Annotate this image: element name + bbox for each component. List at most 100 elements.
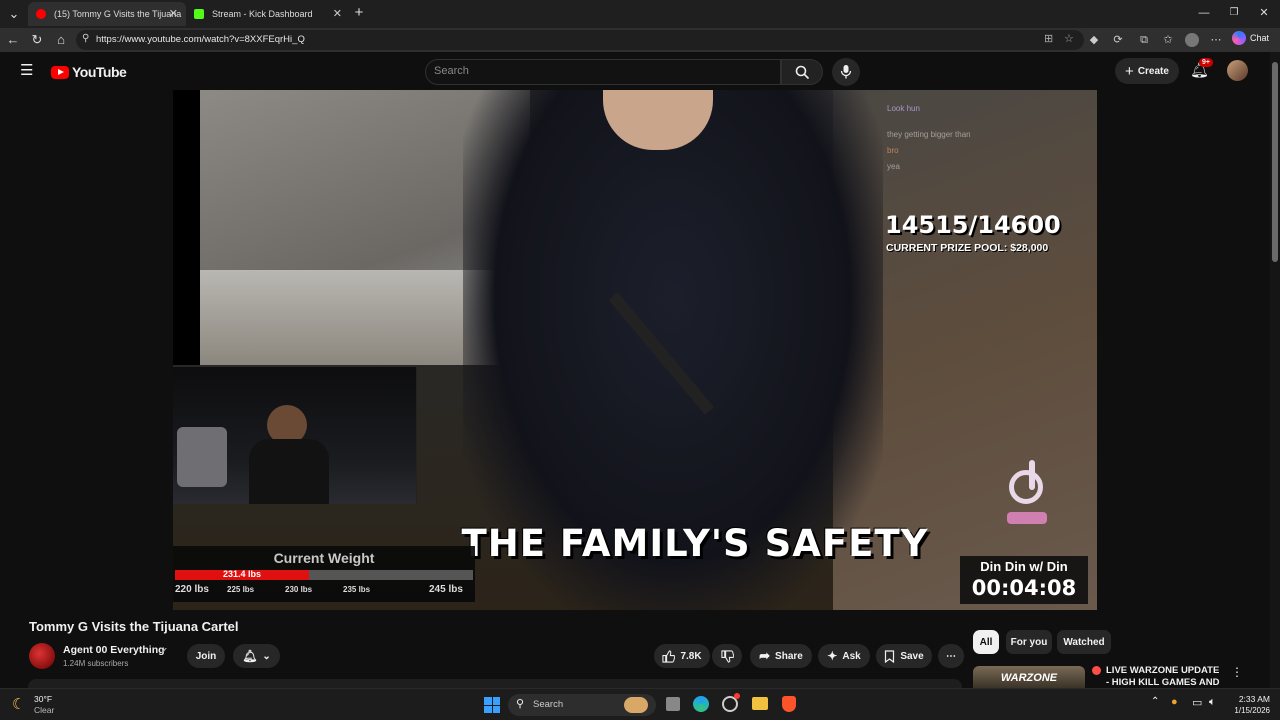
favorites-icon[interactable]: ✩ (1161, 33, 1175, 47)
live-indicator-icon (1092, 666, 1101, 675)
subscription-bell-button[interactable]: 🔔︎ ⌄ (233, 644, 280, 668)
prize-pool-text: CURRENT PRIZE POOL: $28,000 (886, 242, 1049, 254)
thumbnail-text: WARZONE (1000, 672, 1058, 684)
description-box[interactable] (28, 679, 962, 688)
profile-avatar-icon[interactable] (1185, 33, 1199, 47)
more-options-icon[interactable]: ⋯ (1209, 33, 1223, 47)
weight-progress-track: 231.4 lbs (175, 569, 473, 580)
recommendation-menu-icon[interactable]: ⋮ (1231, 665, 1243, 679)
chip-label: Watched (1063, 636, 1105, 648)
weight-title: Current Weight (273, 550, 375, 566)
weather-desc: Clear (34, 705, 55, 715)
channel-name[interactable]: Agent 00 Everything (63, 644, 165, 656)
youtube-logo-text: YouTube (72, 64, 127, 80)
menu-hamburger-icon[interactable]: ☰ (20, 63, 33, 78)
search-button[interactable] (781, 59, 823, 85)
filter-chip-all[interactable]: All (973, 630, 999, 654)
tab-kick-dashboard[interactable]: Stream - Kick Dashboard ✕ (186, 2, 350, 26)
volume-tray-icon[interactable]: 🔈︎ (1209, 696, 1216, 709)
brave-browser-icon[interactable] (782, 696, 796, 712)
edge-browser-icon[interactable] (693, 696, 709, 712)
microphone-icon (840, 65, 852, 79)
youtube-header: ☰ YouTube Search + Create 🔔︎ 9+ (0, 52, 1270, 90)
join-button[interactable]: Join (187, 644, 225, 668)
filter-chip-for-you[interactable]: For you (1006, 630, 1052, 654)
new-tab-button[interactable]: + (351, 5, 367, 21)
more-actions-button[interactable]: ⋯ (938, 644, 964, 668)
refresh-icon[interactable]: ↻ (29, 32, 45, 48)
user-avatar[interactable] (1227, 60, 1248, 81)
address-bar[interactable]: ⚲ https://www.youtube.com/watch?v=8XXFEq… (76, 30, 1084, 50)
chip-label: For you (1010, 636, 1048, 648)
webcam-chair (177, 427, 227, 487)
microphone-tray-icon[interactable]: ● (1171, 696, 1178, 708)
display-tray-icon[interactable]: ▭ (1192, 696, 1202, 709)
close-tab-icon[interactable]: ✕ (169, 7, 178, 20)
back-icon[interactable]: ← (5, 32, 21, 48)
app-badge-icon (734, 693, 740, 699)
split-screen-icon[interactable]: ⧉ (1137, 33, 1151, 47)
taskbar-time[interactable]: 2:33 AM (1226, 694, 1270, 704)
dislike-button[interactable] (712, 644, 742, 668)
restore-icon[interactable]: ❐ (1226, 5, 1242, 21)
home-icon[interactable]: ⌂ (53, 32, 69, 48)
plus-icon: + (1125, 62, 1134, 80)
taskbar-search-box[interactable]: ⚲ Search (508, 694, 656, 716)
notification-badge: 9+ (1199, 58, 1213, 67)
tab-youtube[interactable]: (15) Tommy G Visits the Tijuana ✕ (28, 2, 186, 26)
like-button[interactable]: 7.8K (654, 644, 710, 668)
scrollbar-thumb[interactable] (1272, 62, 1278, 262)
tab-list-chevron-icon[interactable]: ⌄ (6, 6, 22, 22)
weight-tick-label: 245 lbs (429, 584, 463, 595)
task-view-icon[interactable] (666, 697, 680, 711)
webcam-inset (173, 367, 417, 504)
more-horizontal-icon: ⋯ (946, 650, 956, 662)
minimize-icon[interactable]: — (1196, 5, 1212, 21)
ask-button[interactable]: ✦ Ask (818, 644, 870, 668)
chip-label: All (979, 636, 993, 648)
close-tab-icon[interactable]: ✕ (333, 7, 342, 20)
stream-timer-widget: Din Din w/ Din 00:04:08 (960, 556, 1088, 604)
copilot-chat-button[interactable]: Chat (1232, 31, 1269, 45)
extensions-puzzle-icon[interactable]: ⟳ (1111, 33, 1125, 47)
search-icon (795, 65, 810, 80)
create-label: Create (1137, 65, 1169, 77)
thumbs-down-icon (720, 649, 734, 663)
kick-favicon-icon (194, 9, 204, 19)
recommendation-title[interactable]: LIVE WARZONE UPDATE - HIGH KILL GAMES AN… (1106, 665, 1224, 688)
share-button[interactable]: ➦ Share (750, 644, 812, 668)
chevron-down-icon: ⌄ (262, 650, 271, 662)
windows-start-icon[interactable] (484, 697, 500, 713)
browser-tab-bar: ⌄ (15) Tommy G Visits the Tijuana ✕ Stre… (0, 0, 1280, 28)
chat-line: Look hun (887, 104, 920, 113)
stream-goal-counter: 14515/14600 (885, 211, 1061, 239)
taskbar-date[interactable]: 1/15/2026 (1222, 706, 1270, 715)
site-info-icon[interactable]: ⚲ (82, 33, 89, 44)
file-explorer-icon[interactable] (752, 697, 768, 710)
save-button[interactable]: Save (876, 644, 932, 668)
search-input[interactable]: Search (425, 59, 781, 85)
recommendation-thumbnail[interactable]: WARZONE (973, 666, 1085, 688)
page-scrollbar[interactable] (1270, 52, 1280, 688)
youtube-logo[interactable]: YouTube (51, 64, 127, 80)
channel-avatar[interactable] (29, 643, 55, 669)
ask-label: Ask (842, 650, 861, 662)
extension-icon[interactable]: ◆ (1087, 33, 1101, 47)
app-available-icon[interactable]: ⊞ (1044, 32, 1053, 45)
create-button[interactable]: + Create (1115, 58, 1179, 84)
voice-search-button[interactable] (832, 58, 860, 86)
weather-temp: 30°F (34, 694, 53, 704)
windows-taskbar: ☾ 30°F Clear ⚲ Search ⌃ ● ▭ 🔈︎ 2:33 AM 1… (0, 688, 1280, 720)
video-title: Tommy G Visits the Tijuana Cartel (29, 619, 239, 634)
moon-weather-icon[interactable]: ☾ (12, 695, 25, 713)
favorite-star-icon[interactable]: ☆ (1064, 32, 1074, 45)
video-player[interactable]: Look hun they getting bigger than yea br… (173, 90, 1097, 610)
taskbar-search-icon: ⚲ (516, 698, 525, 710)
youtube-play-logo-icon (51, 65, 69, 79)
timer-value: 00:04:08 (971, 576, 1077, 600)
subscriber-count: 1.24M subscribers (63, 659, 129, 668)
channel-watermark-logo (1005, 460, 1049, 530)
show-hidden-icons-chevron-icon[interactable]: ⌃ (1151, 696, 1159, 707)
close-window-icon[interactable]: ✕ (1256, 5, 1272, 21)
filter-chip-watched[interactable]: Watched (1057, 630, 1111, 654)
